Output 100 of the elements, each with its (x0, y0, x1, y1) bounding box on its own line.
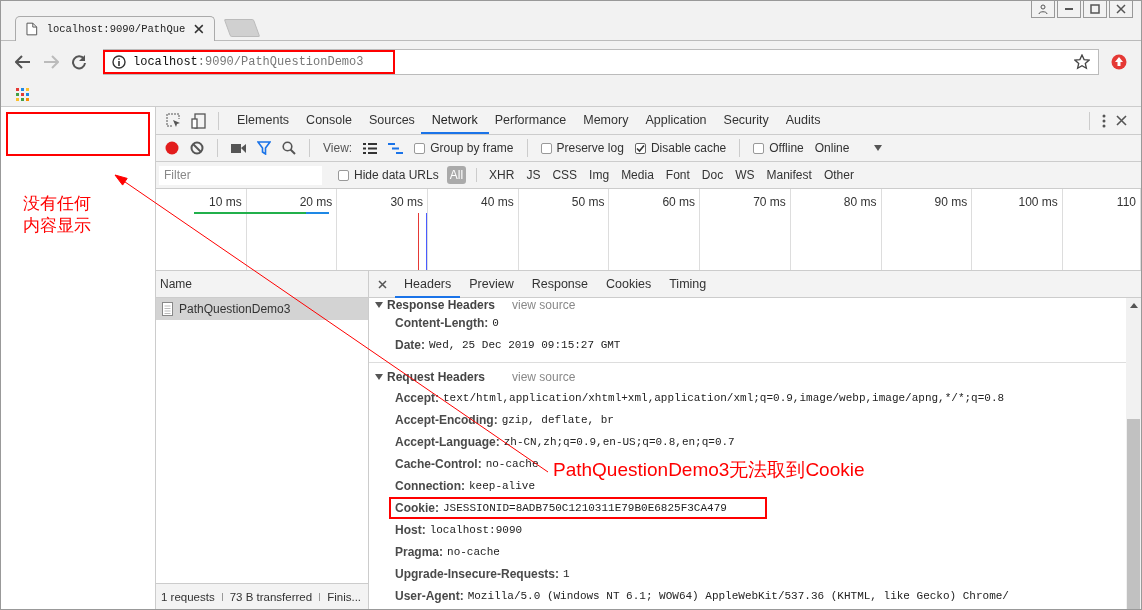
waterfall-view-icon[interactable] (388, 142, 404, 154)
type-filter[interactable]: Img (587, 167, 612, 183)
apps-icon[interactable] (16, 88, 29, 101)
page-icon (26, 22, 38, 36)
header-name: Pragma: (395, 545, 444, 559)
time-tick: 30 ms (337, 189, 429, 270)
option-checkbox[interactable]: Hide data URLs (338, 168, 439, 182)
header-name: Cookie: (395, 501, 439, 515)
header-value: no-cache (447, 546, 500, 558)
header-value: localhost:9090 (429, 524, 523, 536)
option-checkbox[interactable]: Preserve log (540, 141, 624, 155)
time-tick: 40 ms (428, 189, 519, 270)
header-name: Cache-Control: (395, 457, 482, 471)
record-icon[interactable] (165, 141, 179, 155)
scrollbar[interactable] (1126, 298, 1141, 609)
view-source-link[interactable]: view source (512, 298, 576, 312)
star-icon[interactable] (1074, 54, 1090, 70)
details-tab[interactable]: Preview (460, 270, 523, 298)
type-filter[interactable]: XHR (487, 167, 517, 183)
filter-icon[interactable] (257, 141, 271, 155)
type-filter[interactable]: JS (524, 167, 543, 183)
checkbox[interactable] (414, 142, 426, 154)
time-tick: 100 ms (972, 189, 1063, 270)
status-text: 1 requests (161, 590, 215, 603)
header-name: Date: (395, 338, 425, 352)
scroll-up-icon[interactable] (1129, 303, 1138, 308)
option-checkbox[interactable]: Group by frame (414, 141, 514, 155)
device-icon[interactable] (191, 112, 206, 129)
close-icon[interactable] (1116, 115, 1127, 126)
browser-tab[interactable]: localhost:9090/PathQue (15, 16, 215, 41)
header-name: Upgrade-Insecure-Requests: (395, 567, 560, 581)
status-text: 73 B transferred (229, 590, 313, 603)
request-name: PathQuestionDemo3 (179, 302, 291, 316)
user-button[interactable] (1031, 1, 1055, 18)
back-icon[interactable] (15, 55, 31, 69)
checkbox[interactable] (540, 142, 552, 154)
expand-icon[interactable] (375, 372, 383, 381)
type-filter[interactable]: Font (663, 167, 692, 183)
type-filter[interactable]: Media (619, 167, 656, 183)
option-checkbox[interactable]: Offline (753, 141, 804, 155)
throttle-dropdown[interactable]: Online (814, 141, 850, 155)
header-value: no-cache (485, 458, 539, 470)
header-name: Host: (395, 523, 426, 537)
more-icon[interactable] (1102, 113, 1106, 128)
extension-icon[interactable] (1111, 54, 1127, 70)
close-button[interactable] (1109, 1, 1133, 18)
header-name: Content-Length: (395, 316, 489, 330)
header-value: 1 (563, 568, 570, 580)
expand-icon[interactable] (375, 301, 383, 309)
header-value: JSESSIONID=8ADB750C1210311E79B0E6825F3CA479 (443, 502, 727, 514)
info-icon[interactable] (112, 55, 126, 69)
time-tick: 90 ms (881, 189, 973, 270)
close-icon[interactable] (378, 279, 387, 289)
details-tab[interactable]: Headers (395, 270, 461, 298)
status-text: Finis... (327, 590, 362, 603)
maximize-button[interactable] (1083, 1, 1107, 18)
header-name: Connection: (395, 479, 465, 493)
filter-field[interactable]: Filter (159, 165, 322, 185)
minimize-button[interactable] (1057, 1, 1081, 18)
camera-icon[interactable] (231, 142, 246, 154)
checkbox[interactable] (634, 142, 646, 154)
request-row[interactable]: PathQuestionDemo3 (156, 298, 368, 320)
search-icon[interactable] (282, 141, 296, 155)
section-title[interactable]: Response Headers (387, 298, 508, 312)
address-field[interactable]: localhost:9090/PathQuestionDemo3 (103, 49, 1099, 75)
type-filter[interactable]: Doc (699, 167, 726, 183)
header-name: Accept: (395, 391, 439, 405)
option-checkbox[interactable]: Disable cache (634, 141, 727, 155)
time-tick: 70 ms (700, 189, 791, 270)
details-tab[interactable]: Cookies (597, 270, 661, 298)
maximize-icon (1090, 4, 1100, 14)
type-filter[interactable]: Manifest (764, 167, 814, 183)
header-name: User-Agent: (395, 589, 464, 603)
url-text: localhost:9090/PathQuestionDemo3 (133, 55, 364, 69)
header-name: Accept-Language: (395, 435, 500, 449)
dropdown-icon[interactable] (874, 145, 883, 151)
clear-icon[interactable] (190, 141, 204, 155)
checkbox[interactable] (753, 142, 765, 154)
annotation-text: 没有任何内容显示 (23, 192, 92, 236)
view-source-link[interactable]: view source (512, 369, 576, 384)
details-tab[interactable]: Response (522, 270, 597, 298)
time-tick: 50 ms (518, 189, 610, 270)
time-tick: 80 ms (790, 189, 882, 270)
header-value: zh-CN,zh;q=0.9,en-US;q=0.8,en;q=0.7 (503, 436, 735, 448)
type-filter[interactable]: Other (821, 167, 856, 183)
timing-markers (418, 213, 427, 270)
close-icon[interactable] (194, 24, 204, 34)
details-tab[interactable]: Timing (660, 270, 716, 298)
minimize-icon (1065, 8, 1073, 10)
checkbox[interactable] (338, 169, 349, 181)
user-icon (1038, 4, 1048, 14)
inspect-icon[interactable] (166, 113, 181, 128)
view-label: View: (323, 141, 353, 155)
type-filter[interactable]: WS (733, 167, 757, 183)
type-filter[interactable]: CSS (550, 167, 580, 183)
header-value: text/html,application/xhtml+xml,application/xml;q=0.9,image/webp,image/apng,*/*;q=0.8 (443, 392, 1005, 404)
reload-icon[interactable] (71, 54, 87, 70)
header-value: 0 (492, 317, 499, 329)
column-header[interactable]: Name (156, 271, 368, 298)
list-view-icon[interactable] (363, 142, 378, 154)
